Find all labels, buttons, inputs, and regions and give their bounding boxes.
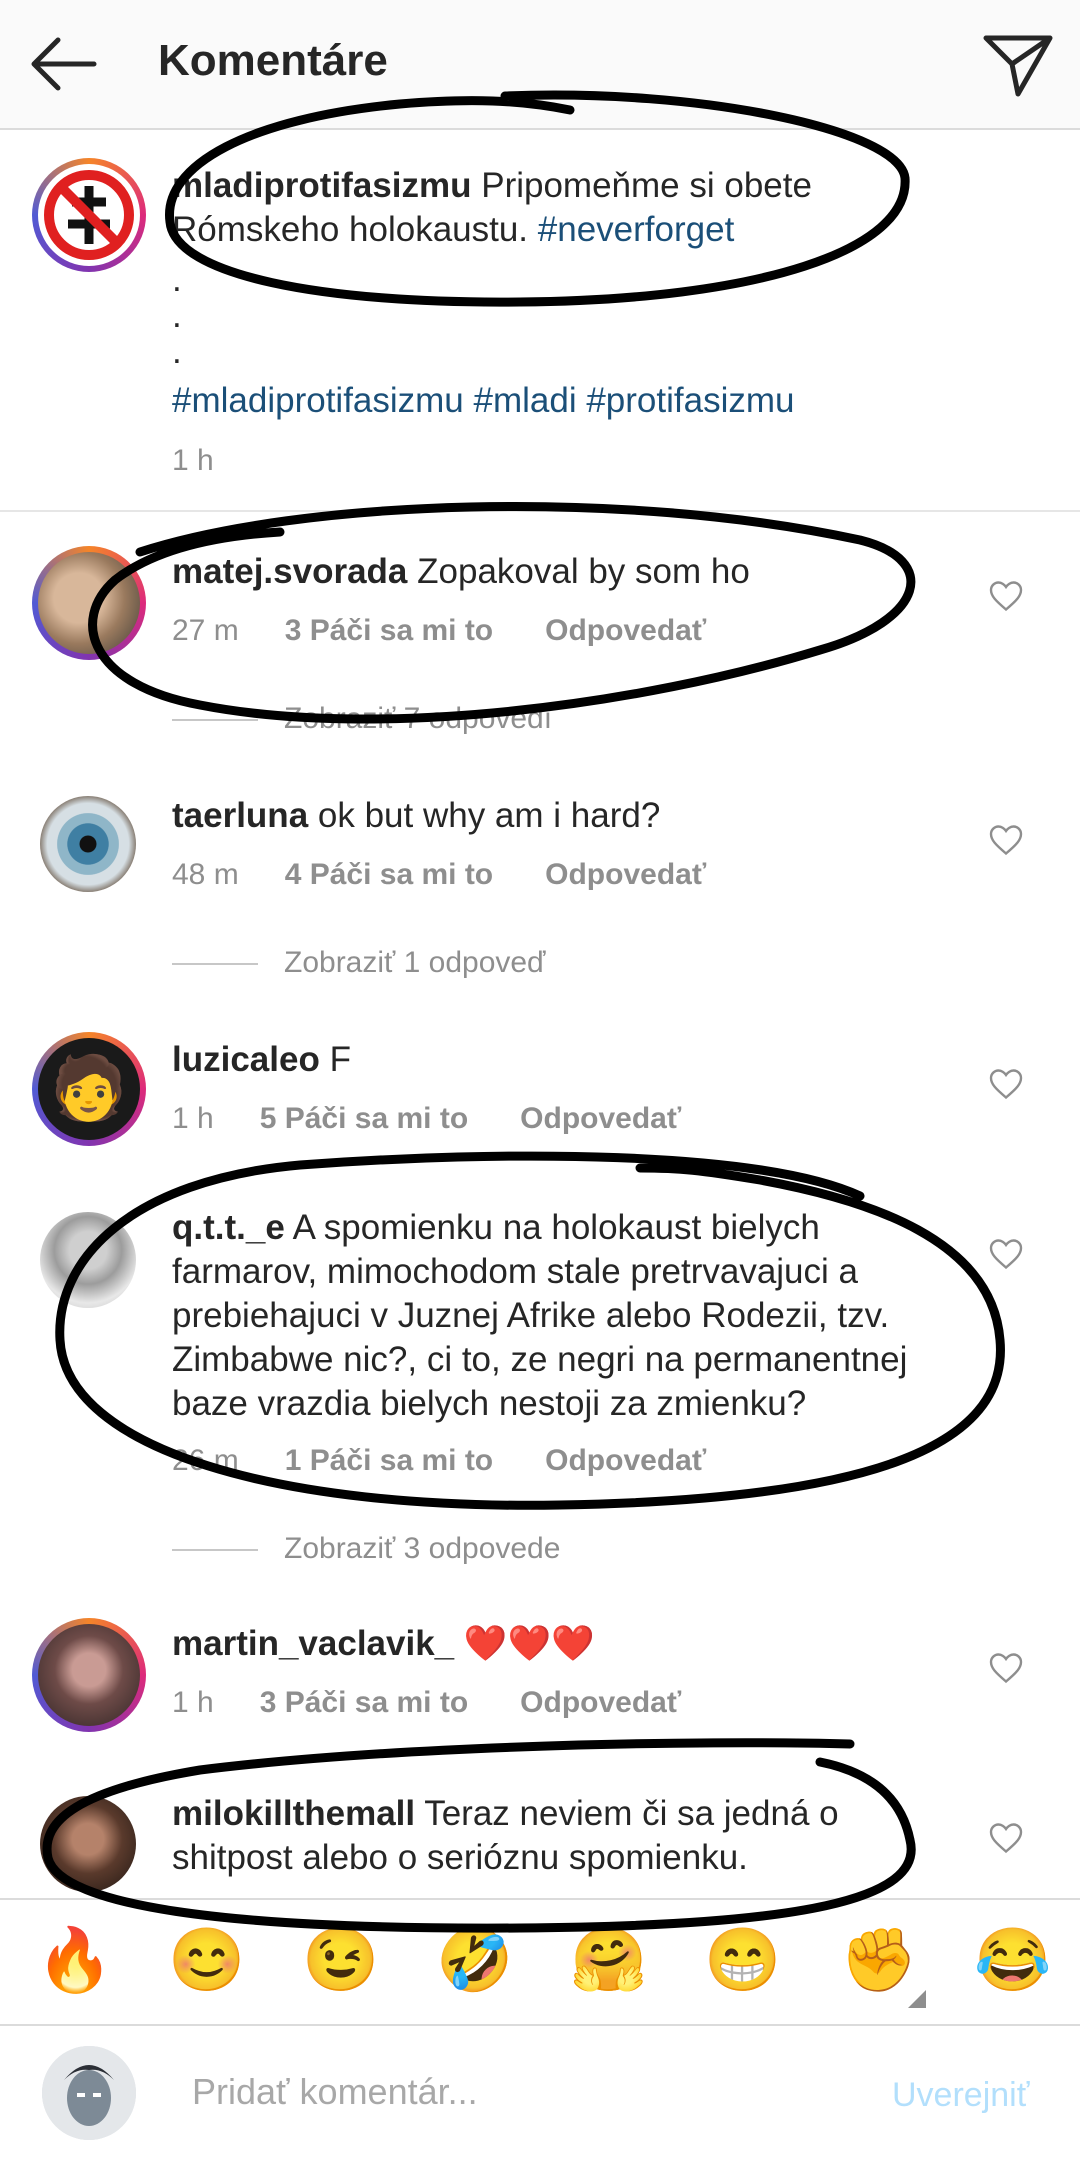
comment-username[interactable]: matej.svorada [172, 552, 407, 591]
comment-text: matej.svorada Zopakoval by som ho [172, 550, 952, 594]
fist-emoji-button[interactable]: ✊ [840, 1926, 917, 1996]
comment-text: q.t.t._e A spomienku na holokaust bielyc… [172, 1206, 952, 1426]
comment-text: luzicaleo F [172, 1038, 952, 1082]
comment-meta: 48 m 4 Páči sa mi to Odpovedať [172, 858, 706, 892]
reply-link[interactable]: Odpovedať [545, 1444, 706, 1478]
reply-line [172, 1549, 258, 1552]
paper-plane-icon[interactable] [980, 28, 1056, 100]
comment-username[interactable]: martin_vaclavik_ [172, 1624, 454, 1663]
smiling-emoji-button[interactable]: 😊 [168, 1926, 245, 1996]
likes-link[interactable]: 3 Páči sa mi to [285, 614, 493, 648]
comment-meta: 26 m 1 Páči sa mi to Odpovedať [172, 1444, 706, 1478]
page-title: Komentáre [158, 36, 388, 85]
caption-dot: . [172, 296, 182, 335]
comment-body: F [329, 1040, 351, 1079]
comment-text: milokillthemall Teraz neviem či sa jedná… [172, 1792, 952, 1880]
view-replies-link[interactable]: Zobraziť 7 odpovedí [172, 702, 552, 736]
avatar[interactable] [40, 1796, 154, 1910]
anti-fascist-logo [44, 170, 134, 260]
comment-time: 1 h [172, 1686, 214, 1719]
avatar[interactable] [40, 1212, 154, 1326]
caption-dot: . [172, 332, 182, 371]
avatar[interactable] [32, 546, 146, 660]
likes-link[interactable]: 5 Páči sa mi to [260, 1102, 468, 1136]
comment-body: ❤️❤️❤️ [463, 1624, 595, 1663]
avatar[interactable] [40, 796, 154, 910]
view-replies-link[interactable]: Zobraziť 1 odpoveď [172, 946, 546, 980]
caption-hashtag[interactable]: #neverforget [538, 210, 735, 249]
reply-link[interactable]: Odpovedať [545, 858, 706, 892]
comment-username[interactable]: milokillthemall [172, 1794, 415, 1833]
caption-time: 1 h [172, 444, 214, 477]
comment-meta: 1 h 5 Páči sa mi to Odpovedať [172, 1102, 681, 1136]
heart-icon[interactable] [988, 1650, 1024, 1686]
caption-username[interactable]: mladiprotifasizmu [172, 166, 471, 205]
likes-link[interactable]: 1 Páči sa mi to [285, 1444, 493, 1478]
likes-link[interactable]: 4 Páči sa mi to [285, 858, 493, 892]
memoji-avatar: 🧑 [38, 1038, 140, 1140]
avatar[interactable] [32, 1618, 146, 1732]
comment-time: 26 m [172, 1444, 239, 1477]
comment-body: ok but why am i hard? [317, 796, 661, 835]
tears-of-joy-emoji-button[interactable]: 😂 [974, 1926, 1051, 1996]
marker-circle [88, 502, 916, 724]
comment-input[interactable] [190, 2070, 854, 2114]
caption-dot: . [172, 260, 182, 299]
comment-username[interactable]: q.t.t._e [172, 1208, 285, 1247]
heart-icon[interactable] [988, 578, 1024, 614]
caption-text: mladiprotifasizmu Pripomeňme si obete Ró… [172, 164, 952, 252]
post-button[interactable]: Uverejniť [892, 2076, 1029, 2115]
caption-avatar[interactable] [32, 158, 146, 272]
view-replies-link[interactable]: Zobraziť 3 odpovede [172, 1532, 560, 1566]
comment-username[interactable]: taerluna [172, 796, 308, 835]
resize-corner-icon [908, 1990, 926, 2008]
heart-icon[interactable] [988, 822, 1024, 858]
heart-icon[interactable] [988, 1820, 1024, 1856]
heart-icon[interactable] [988, 1066, 1024, 1102]
wink-emoji-button[interactable]: 😉 [302, 1926, 379, 1996]
top-bar: Komentáre [0, 0, 1080, 130]
emoji-bar [0, 1898, 1080, 2028]
caption-hashtags[interactable]: #mladiprotifasizmu #mladi #protifasizmu [172, 381, 794, 421]
reply-line [172, 719, 258, 722]
comment-body: Zopakoval by som ho [417, 552, 750, 591]
reply-link[interactable]: Odpovedať [545, 614, 706, 648]
comment-time: 27 m [172, 614, 239, 647]
reply-line [172, 963, 258, 966]
comment-time: 1 h [172, 1102, 214, 1135]
reply-link[interactable]: Odpovedať [520, 1102, 681, 1136]
comment-time: 48 m [172, 858, 239, 891]
comment-meta: 27 m 3 Páči sa mi to Odpovedať [172, 614, 706, 648]
reply-link[interactable]: Odpovedať [520, 1686, 681, 1720]
comment-text: taerluna ok but why am i hard? [172, 794, 952, 838]
current-user-avatar [42, 2046, 136, 2140]
avatar[interactable]: 🧑 [32, 1032, 146, 1146]
grin-emoji-button[interactable]: 😁 [704, 1926, 781, 1996]
divider [0, 510, 1080, 512]
likes-link[interactable]: 3 Páči sa mi to [260, 1686, 468, 1720]
comment-meta: 1 h 3 Páči sa mi to Odpovedať [172, 1686, 681, 1720]
rofl-emoji-button[interactable]: 🤣 [436, 1926, 513, 1996]
fire-emoji-button[interactable]: 🔥 [36, 1926, 113, 1996]
hug-emoji-button[interactable]: 🤗 [570, 1926, 647, 1996]
comment-text: martin_vaclavik_ ❤️❤️❤️ [172, 1622, 952, 1666]
arrow-left-icon[interactable] [28, 30, 100, 98]
heart-icon[interactable] [988, 1236, 1024, 1272]
comment-username[interactable]: luzicaleo [172, 1040, 320, 1079]
